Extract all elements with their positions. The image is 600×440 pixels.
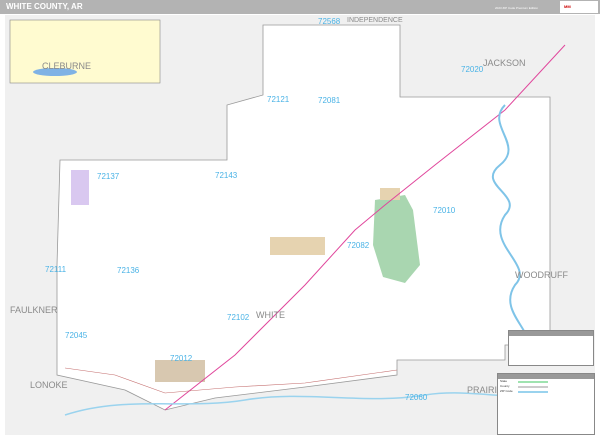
county-label-lonoke: LONOKE	[30, 380, 68, 390]
county-label-jackson: JACKSON	[483, 58, 526, 68]
zip-label-72121: 72121	[267, 95, 290, 104]
zip-index-title	[509, 331, 593, 336]
bald-knob-urban-area	[380, 188, 400, 200]
zip-code-index-legend	[508, 330, 594, 366]
zip-label-72136: 72136	[117, 266, 140, 275]
header-bar: WHITE COUNTY, AR 2023 ZIP Code Premium E…	[0, 0, 600, 14]
zip-label-72081: 72081	[318, 96, 341, 105]
zip-label-72045: 72045	[65, 331, 88, 340]
zip-label-72143: 72143	[215, 171, 238, 180]
zip-label-72012: 72012	[170, 354, 193, 363]
legend-row-zip: ZIP Code	[498, 389, 594, 394]
zip-label-72111: 72111	[45, 265, 67, 274]
beebe-urban-area	[155, 360, 205, 382]
map-title: WHITE COUNTY, AR	[6, 2, 83, 11]
county-label-cleburne: CLEBURNE	[42, 61, 92, 71]
zip-label-72020: 72020	[461, 65, 484, 74]
map-canvas[interactable]: CLEBURNE 72568 INDEPENDENCE JACKSON 7202…	[5, 15, 596, 435]
county-label-white: WHITE	[256, 310, 285, 320]
map-svg	[5, 15, 596, 435]
zip-label-72137: 72137	[97, 172, 120, 181]
map-legend: State County ZIP Code	[497, 373, 595, 435]
zip-label-72568: 72568	[318, 17, 341, 26]
publisher-logo: MM	[560, 1, 598, 13]
edition-label: 2023 ZIP Code Premium Edition	[495, 6, 538, 10]
searcy-urban-area	[270, 237, 325, 255]
inset-locator-map	[9, 19, 161, 84]
county-label-woodruff: WOODRUFF	[515, 270, 568, 280]
zip-label-72082: 72082	[347, 241, 370, 250]
urban-area	[71, 170, 89, 205]
zip-label-72102: 72102	[227, 313, 250, 322]
county-label-faulkner: FAULKNER	[10, 305, 58, 315]
zip-label-72060: 72060	[405, 393, 428, 402]
county-label-independence: INDEPENDENCE	[347, 17, 403, 24]
zip-label-72010: 72010	[433, 206, 456, 215]
